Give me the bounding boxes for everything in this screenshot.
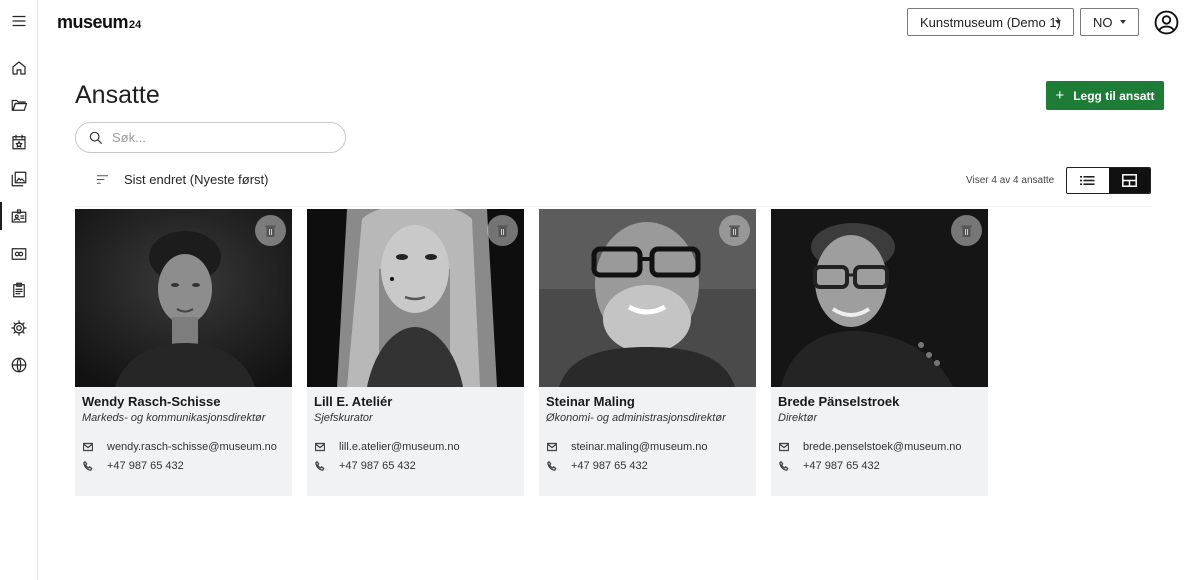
image-gallery-icon[interactable]: [0, 161, 38, 197]
globe-icon[interactable]: [0, 347, 38, 383]
employee-card[interactable]: Steinar Maling Økonomi- og administrasjo…: [539, 209, 756, 496]
grid-view-button[interactable]: [1108, 168, 1150, 193]
mail-icon: [547, 442, 557, 452]
employee-phone-row: +47 987 65 432: [83, 460, 184, 472]
trash-icon: [729, 225, 740, 237]
museum-select-value: Kunstmuseum (Demo 1): [920, 14, 1061, 30]
gear-icon[interactable]: [0, 310, 38, 346]
employee-phone: +47 987 65 432: [107, 460, 184, 472]
account-icon[interactable]: [1154, 10, 1179, 35]
employee-phone: +47 987 65 432: [339, 460, 416, 472]
calendar-star-icon[interactable]: [0, 124, 38, 160]
delete-button[interactable]: [951, 215, 982, 246]
phone-icon: [779, 461, 789, 471]
employee-name: Brede Pänselstroek: [778, 394, 900, 409]
delete-button[interactable]: [255, 215, 286, 246]
delete-button[interactable]: [719, 215, 750, 246]
list-view-icon: [1080, 176, 1095, 185]
employee-email-row: lill.e.atelier@museum.no: [315, 441, 460, 453]
employee-email-row: brede.penselstoek@museum.no: [779, 441, 962, 453]
home-icon[interactable]: [0, 50, 38, 86]
employee-email: wendy.rasch-schisse@museum.no: [107, 441, 277, 453]
employee-email-row: wendy.rasch-schisse@museum.no: [83, 441, 277, 453]
employee-email: steinar.maling@museum.no: [571, 441, 708, 453]
employee-role: Økonomi- og administrasjonsdirektør: [546, 412, 726, 424]
search-box[interactable]: [75, 122, 346, 153]
logo-text: museum: [57, 12, 129, 32]
dropdown-caret-icon: [1120, 20, 1126, 24]
employee-email: lill.e.atelier@museum.no: [339, 441, 460, 453]
contact-card-icon[interactable]: [0, 198, 38, 234]
clipboard-icon[interactable]: [0, 272, 38, 308]
mail-icon: [315, 442, 325, 452]
employee-phone-row: +47 987 65 432: [315, 460, 416, 472]
employee-phone-row: +47 987 65 432: [779, 460, 880, 472]
employee-role: Markeds- og kommunikasjonsdirektør: [82, 412, 266, 424]
list-view-button[interactable]: [1067, 168, 1109, 193]
app-logo[interactable]: museum 24: [57, 12, 141, 33]
museum-select[interactable]: Kunstmuseum (Demo 1): [907, 8, 1074, 36]
employee-card[interactable]: Wendy Rasch-Schisse Markeds- og kommunik…: [75, 209, 292, 496]
result-count: Viser 4 av 4 ansatte: [966, 175, 1055, 186]
employee-phone: +47 987 65 432: [571, 460, 648, 472]
sidebar: [0, 0, 38, 580]
hamburger-menu-icon[interactable]: [0, 3, 38, 39]
toolbar-divider: [75, 206, 1152, 207]
page-title: Ansatte: [75, 81, 160, 109]
add-employee-label: Legg til ansatt: [1073, 88, 1155, 103]
trash-icon: [497, 225, 508, 237]
employee-phone: +47 987 65 432: [803, 460, 880, 472]
search-icon: [89, 131, 103, 144]
search-input[interactable]: [112, 130, 332, 145]
employee-card[interactable]: Brede Pänselstroek Direktør brede.pensel…: [771, 209, 988, 496]
dropdown-caret-icon: [1055, 20, 1061, 24]
employee-email-row: steinar.maling@museum.no: [547, 441, 708, 453]
phone-icon: [315, 461, 325, 471]
sort-control[interactable]: Sist endret (Nyeste først): [95, 172, 268, 187]
employee-role: Sjefskurator: [314, 412, 373, 424]
employee-name: Steinar Maling: [546, 394, 635, 409]
loan-card-icon[interactable]: [0, 236, 38, 272]
trash-icon: [265, 225, 276, 237]
mail-icon: [779, 442, 789, 452]
view-toggle: [1066, 167, 1151, 194]
sort-label: Sist endret (Nyeste først): [124, 172, 269, 187]
delete-button[interactable]: [487, 215, 518, 246]
trash-icon: [961, 225, 972, 237]
phone-icon: [547, 461, 557, 471]
employee-card[interactable]: Lill E. Ateliér Sjefskurator lill.e.atel…: [307, 209, 524, 496]
employee-email: brede.penselstoek@museum.no: [803, 441, 962, 453]
sort-icon: [96, 175, 109, 184]
employee-role: Direktør: [778, 412, 818, 424]
employee-name: Wendy Rasch-Schisse: [82, 394, 221, 409]
employee-phone-row: +47 987 65 432: [547, 460, 648, 472]
employee-name: Lill E. Ateliér: [314, 394, 393, 409]
language-select[interactable]: NO: [1080, 8, 1139, 36]
mail-icon: [83, 442, 93, 452]
grid-view-icon: [1121, 174, 1137, 187]
logo-suffix: 24: [129, 19, 142, 31]
language-select-value: NO: [1093, 14, 1113, 30]
phone-icon: [83, 461, 93, 471]
plus-icon: +: [1055, 87, 1065, 104]
add-employee-button[interactable]: + Legg til ansatt: [1046, 81, 1164, 110]
folder-open-icon[interactable]: [0, 87, 38, 123]
